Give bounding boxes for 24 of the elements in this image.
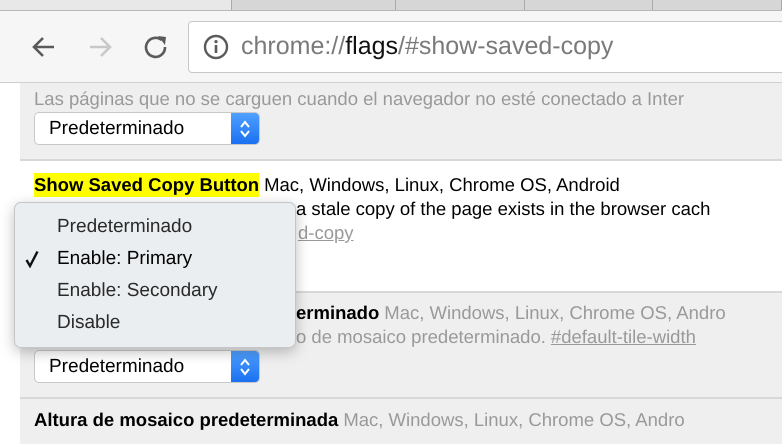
- platforms-text: Mac, Windows, Linux, Chrome OS, Andro: [343, 408, 685, 432]
- platforms-text: Mac, Windows, Linux, Chrome OS, Andro: [384, 301, 726, 325]
- stepper-icon: [239, 118, 251, 138]
- forward-arrow-icon: [88, 36, 112, 58]
- info-icon[interactable]: [203, 34, 229, 60]
- stepper-icon: [239, 356, 251, 376]
- reload-icon: [144, 34, 168, 58]
- experiment-name: erminado: [296, 301, 380, 325]
- experiment-description: a stale copy of the page exists in the browser cach: [296, 197, 710, 221]
- experiment-name: Altura de mosaico predeterminada: [34, 408, 338, 432]
- platforms-text: Mac, Windows, Linux, Chrome OS, Android: [264, 173, 620, 197]
- menu-item[interactable]: Enable: Secondary: [15, 275, 295, 307]
- back-arrow-icon: [32, 36, 56, 58]
- dropdown-select[interactable]: Predeterminado: [34, 112, 260, 145]
- experiment-name: Show Saved Copy Button: [34, 173, 260, 197]
- menu-item[interactable]: Disable: [15, 307, 295, 339]
- address-bar[interactable]: chrome://flags/#show-saved-copy: [188, 20, 782, 72]
- checkmark-icon: [25, 250, 39, 268]
- menu-item[interactable]: Enable: Primary: [15, 243, 295, 275]
- url-text: chrome://flags/#show-saved-copy: [241, 32, 614, 61]
- menu-item[interactable]: Predeterminado: [15, 211, 295, 243]
- experiment-description: o de mosaico predeterminado.: [296, 325, 546, 349]
- dropdown-select[interactable]: Predeterminado: [34, 350, 260, 383]
- experiment-description: Las páginas que no se carguen cuando el navegador no esté conectado a Inter: [34, 87, 684, 111]
